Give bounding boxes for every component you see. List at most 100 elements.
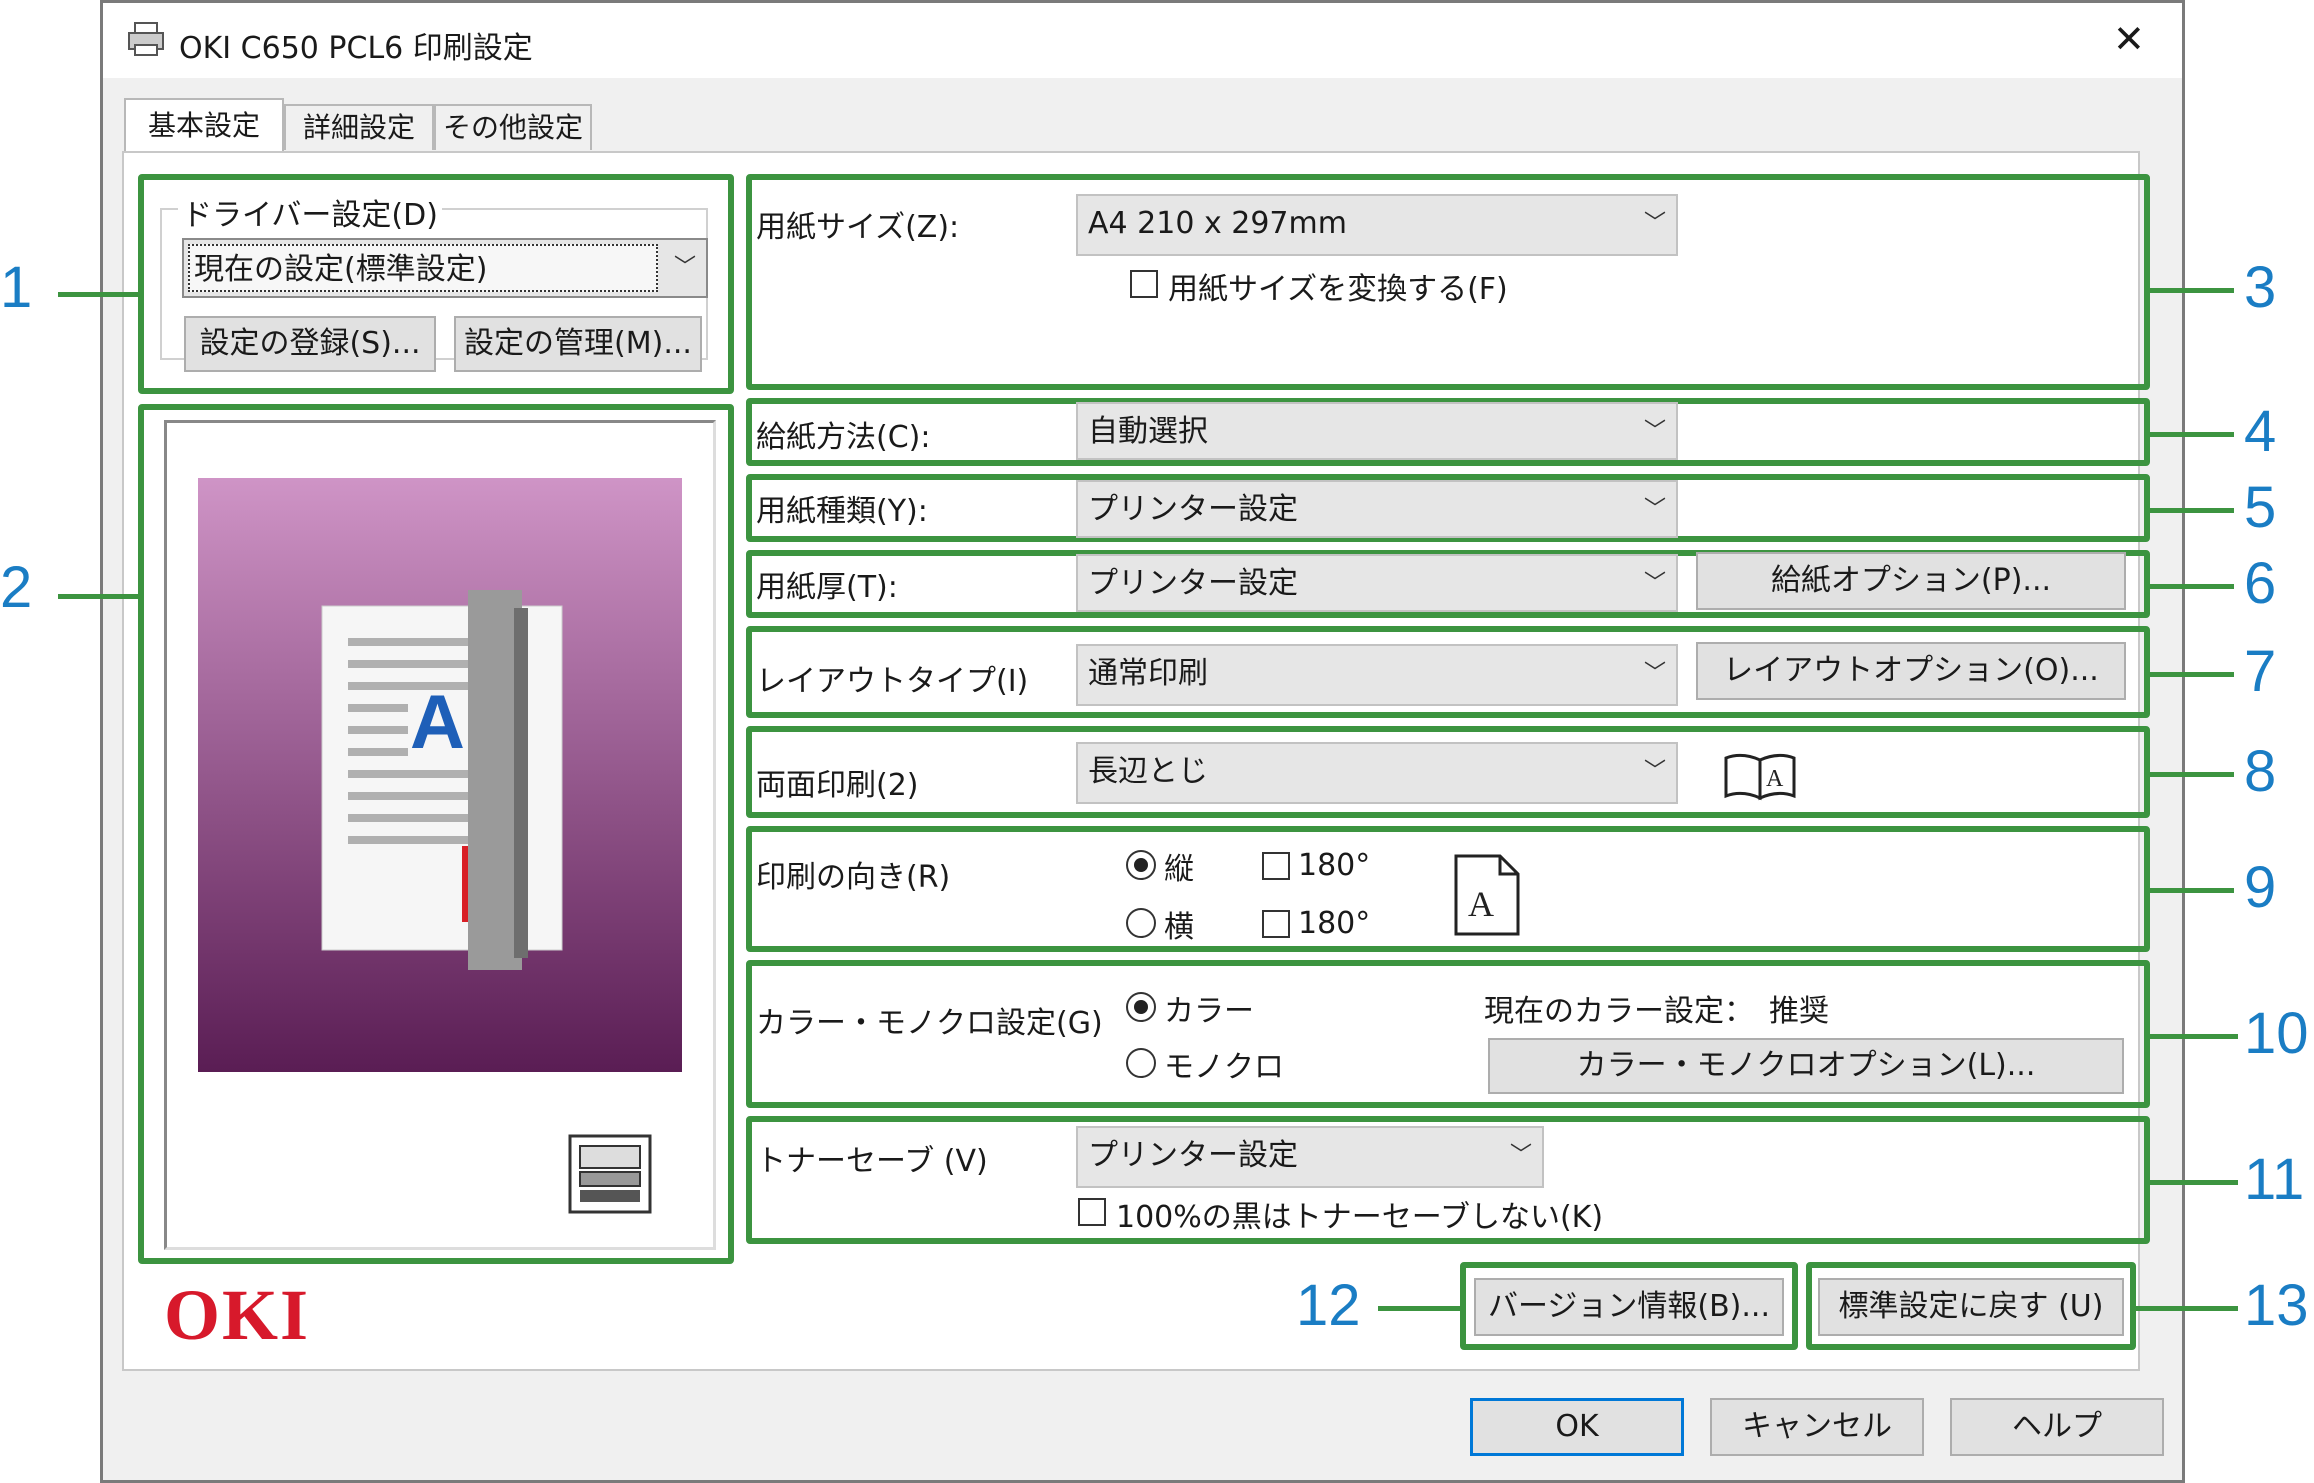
print-preview-image: A xyxy=(198,478,682,1072)
callout-2-leader xyxy=(58,594,140,599)
callout-5: 5 xyxy=(2244,475,2277,540)
callout-10-leader xyxy=(2148,1034,2238,1039)
media-weight-select[interactable]: プリンター設定 ﹀ xyxy=(1076,554,1678,612)
media-type-label: 用紙種類(Y): xyxy=(756,494,928,529)
callout-11: 11 xyxy=(2244,1147,2305,1212)
color-radio[interactable] xyxy=(1126,992,1156,1022)
callout-10: 10 xyxy=(2244,1001,2309,1066)
oki-logo: OKI xyxy=(164,1275,311,1355)
printer-icon xyxy=(128,22,164,56)
callout-6: 6 xyxy=(2244,551,2277,616)
tab-advanced[interactable]: 詳細設定 xyxy=(284,104,434,150)
driver-settings-value: 現在の設定(標準設定) xyxy=(194,252,488,287)
register-settings-button[interactable]: 設定の登録(S)... xyxy=(184,316,436,372)
cancel-button[interactable]: キャンセル xyxy=(1710,1398,1924,1456)
paper-source-value: 自動選択 xyxy=(1088,414,1208,449)
color-label: カラー xyxy=(1164,994,1254,1029)
portrait-radio[interactable] xyxy=(1126,850,1156,880)
chevron-down-icon: ﹀ xyxy=(1643,661,1666,686)
media-type-select[interactable]: プリンター設定 ﹀ xyxy=(1076,480,1678,538)
layout-options-button[interactable]: レイアウトオプション(O)... xyxy=(1696,642,2126,700)
rotate-portrait-checkbox[interactable] xyxy=(1262,852,1290,880)
rotate-landscape-label: 180° xyxy=(1298,906,1371,941)
ok-button[interactable]: OK xyxy=(1470,1398,1684,1456)
color-mode-label: カラー・モノクロ設定(G) xyxy=(756,1006,1103,1041)
title-bar: OKI C650 PCL6 印刷設定 ✕ xyxy=(100,0,2185,78)
toner-save-label: トナーセーブ (V) xyxy=(756,1144,988,1179)
black-toner-label: 100%の黒はトナーセーブしない(K) xyxy=(1116,1200,1604,1235)
callout-12-leader xyxy=(1378,1306,1462,1311)
callout-13-leader xyxy=(2134,1306,2238,1311)
paper-feed-options-button[interactable]: 給紙オプション(P)... xyxy=(1696,552,2126,610)
color-mono-options-button[interactable]: カラー・モノクロオプション(L)... xyxy=(1488,1038,2124,1094)
duplex-select[interactable]: 長辺とじ ﹀ xyxy=(1076,742,1678,804)
black-toner-checkbox[interactable] xyxy=(1078,1198,1106,1226)
callout-5-leader xyxy=(2148,508,2234,513)
chevron-down-icon: ﹀ xyxy=(1509,1143,1532,1168)
callout-9: 9 xyxy=(2244,855,2277,920)
callout-12: 12 xyxy=(1296,1273,1361,1338)
paper-size-label: 用紙サイズ(Z): xyxy=(756,210,960,245)
callout-8-leader xyxy=(2148,772,2234,777)
chevron-down-icon: ﹀ xyxy=(1643,419,1666,444)
convert-size-label: 用紙サイズを変換する(F) xyxy=(1168,272,1508,307)
printer-device-icon xyxy=(568,1134,652,1214)
callout-3: 3 xyxy=(2244,255,2277,320)
callout-3-leader xyxy=(2148,288,2234,293)
help-button[interactable]: ヘルプ xyxy=(1950,1398,2164,1456)
callout-7-leader xyxy=(2148,672,2234,677)
long-edge-binding-icon: A xyxy=(1724,753,1796,801)
callout-13: 13 xyxy=(2244,1273,2309,1338)
duplex-label: 両面印刷(2) xyxy=(756,768,919,803)
tab-basic[interactable]: 基本設定 xyxy=(124,98,284,156)
mono-radio[interactable] xyxy=(1126,1048,1156,1078)
chevron-down-icon: ﹀ xyxy=(1643,759,1666,784)
highlight-orientation xyxy=(746,826,2150,952)
orientation-label: 印刷の向き(R) xyxy=(756,860,951,895)
paper-size-select[interactable]: A4 210 x 297mm ﹀ xyxy=(1076,194,1678,256)
callout-7: 7 xyxy=(2244,639,2277,704)
rotate-landscape-checkbox[interactable] xyxy=(1262,910,1290,938)
tab-other[interactable]: その他設定 xyxy=(434,104,592,150)
rotate-portrait-label: 180° xyxy=(1298,848,1371,883)
svg-text:A: A xyxy=(1468,884,1494,924)
current-color-setting: 現在のカラー設定： 推奨 xyxy=(1484,994,1829,1029)
callout-9-leader xyxy=(2148,888,2234,893)
callout-8: 8 xyxy=(2244,739,2277,804)
callout-11-leader xyxy=(2148,1180,2238,1185)
svg-text:A: A xyxy=(410,680,465,765)
mono-label: モノクロ xyxy=(1164,1050,1284,1085)
landscape-label: 横 xyxy=(1164,910,1194,945)
toner-save-select[interactable]: プリンター設定 ﹀ xyxy=(1076,1126,1544,1188)
chevron-down-icon: ﹀ xyxy=(673,255,696,280)
portrait-label: 縦 xyxy=(1164,852,1194,887)
chevron-down-icon: ﹀ xyxy=(1643,571,1666,596)
close-icon[interactable]: ✕ xyxy=(2113,17,2145,61)
orientation-preview-icon: A xyxy=(1454,854,1520,936)
version-info-button[interactable]: バージョン情報(B)... xyxy=(1474,1278,1784,1336)
manage-settings-button[interactable]: 設定の管理(M)... xyxy=(454,316,702,372)
layout-select[interactable]: 通常印刷 ﹀ xyxy=(1076,644,1678,706)
layout-label: レイアウトタイプ(I) xyxy=(756,664,1029,699)
media-weight-label: 用紙厚(T): xyxy=(756,570,898,605)
convert-size-checkbox[interactable] xyxy=(1130,270,1158,298)
callout-4-leader xyxy=(2148,432,2234,437)
paper-size-value: A4 210 x 297mm xyxy=(1088,206,1347,241)
driver-settings-select[interactable]: 現在の設定(標準設定) ﹀ xyxy=(182,238,708,298)
layout-value: 通常印刷 xyxy=(1088,656,1208,691)
media-type-value: プリンター設定 xyxy=(1088,492,1298,527)
landscape-radio[interactable] xyxy=(1126,908,1156,938)
callout-2: 2 xyxy=(0,555,33,620)
chevron-down-icon: ﹀ xyxy=(1643,497,1666,522)
paper-source-label: 給紙方法(C): xyxy=(756,420,931,455)
driver-settings-label: ドライバー設定(D) xyxy=(178,190,442,234)
chevron-down-icon: ﹀ xyxy=(1643,211,1666,236)
svg-text:A: A xyxy=(1766,766,1784,792)
window-title: OKI C650 PCL6 印刷設定 xyxy=(179,31,533,66)
restore-defaults-button[interactable]: 標準設定に戻す (U) xyxy=(1818,1278,2124,1336)
callout-4: 4 xyxy=(2244,399,2277,464)
media-weight-value: プリンター設定 xyxy=(1088,566,1298,601)
toner-save-value: プリンター設定 xyxy=(1088,1138,1298,1173)
paper-source-select[interactable]: 自動選択 ﹀ xyxy=(1076,402,1678,460)
callout-1-leader xyxy=(58,292,140,297)
